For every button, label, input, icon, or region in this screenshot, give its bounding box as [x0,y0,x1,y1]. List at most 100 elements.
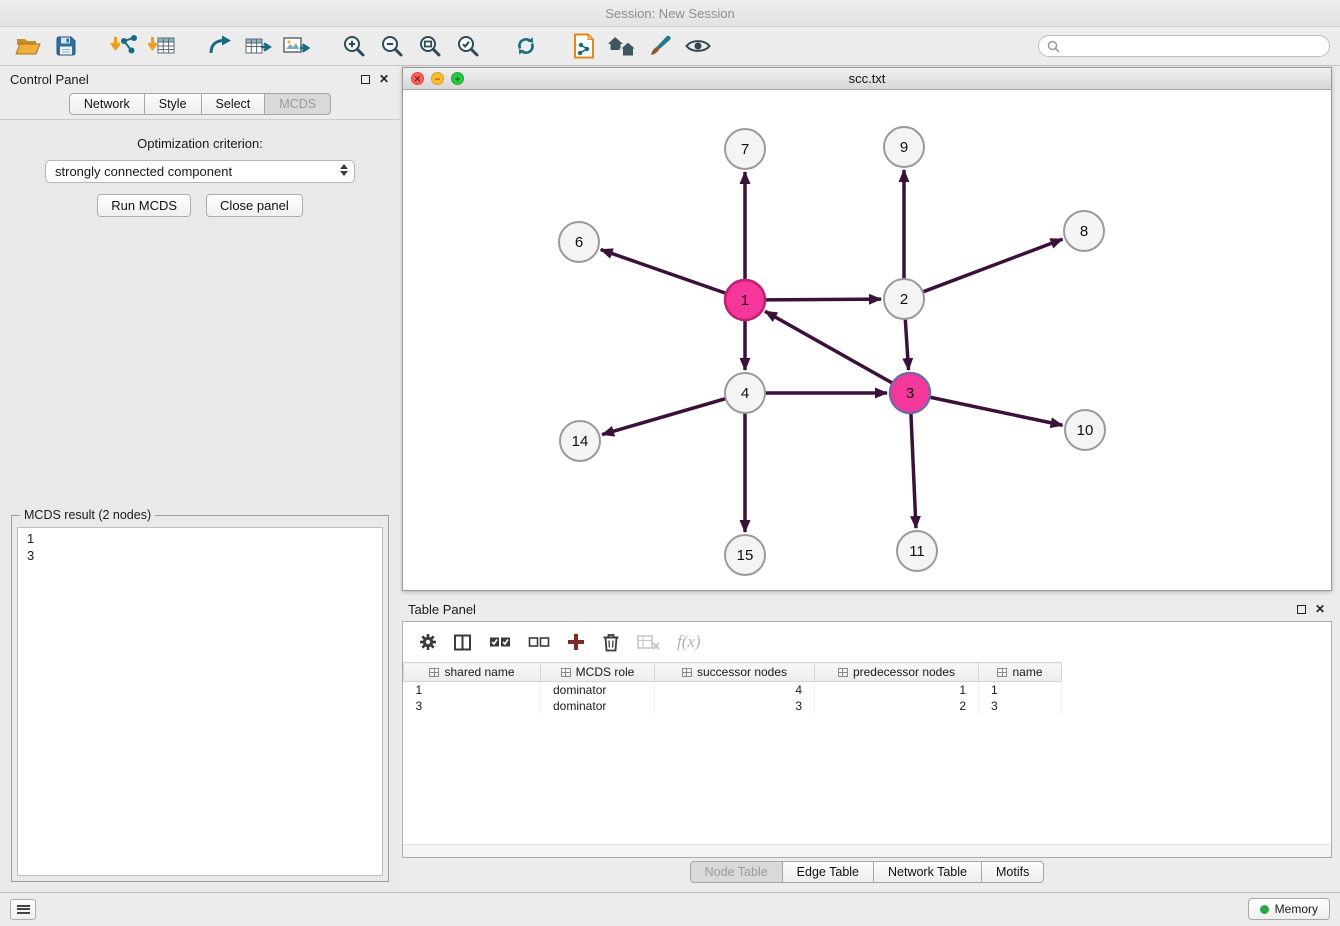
edge-1-to-6[interactable] [601,250,726,294]
tab-select[interactable]: Select [201,93,266,115]
delete-column-button[interactable] [602,632,620,652]
tab-mcds[interactable]: MCDS [264,93,331,115]
control-panel: Control Panel Network Style Select MCDS … [0,66,400,892]
export-table-button[interactable] [240,30,276,62]
graph-node-14[interactable]: 14 [560,421,600,461]
zoom-selected-button[interactable] [450,30,486,62]
graph-node-15[interactable]: 15 [725,535,765,575]
zoom-fit-icon [418,34,442,58]
edge-3-to-10[interactable] [930,397,1063,425]
result-line: 1 [27,530,373,547]
graph-node-7[interactable]: 7 [725,129,765,169]
edge-3-to-1[interactable] [765,311,893,383]
table-row[interactable]: 3dominator323 [404,698,1062,714]
function-builder-button[interactable]: f(x) [677,632,701,652]
edge-3-to-11[interactable] [911,413,916,528]
graph-node-9[interactable]: 9 [884,127,924,167]
search-input[interactable] [1065,39,1321,53]
close-window-icon[interactable]: ✕ [411,72,424,85]
table-cell[interactable]: dominator [541,682,655,698]
import-network-button[interactable] [106,30,142,62]
table-cell[interactable]: dominator [541,698,655,714]
column-header-shared-name[interactable]: shared name [404,663,541,682]
graph-node-11[interactable]: 11 [897,531,937,571]
create-column-button[interactable] [567,633,585,651]
main-toolbar [0,27,1340,66]
apply-style-button[interactable] [642,30,678,62]
column-header-predecessor-nodes[interactable]: predecessor nodes [815,663,979,682]
show-columns-button[interactable] [454,634,472,651]
tab-edge-table[interactable]: Edge Table [782,861,874,883]
zoom-out-icon [380,34,404,58]
close-panel-icon[interactable] [378,73,390,85]
edge-1-to-2[interactable] [765,299,881,300]
window-titlebar[interactable]: Session: New Session [0,0,1340,27]
close-panel-button[interactable]: Close panel [206,194,303,217]
table-cell[interactable]: 2 [815,698,979,714]
table-cell[interactable]: 3 [655,698,815,714]
table-row[interactable]: 1dominator411 [404,682,1062,698]
close-table-panel-icon[interactable] [1314,603,1326,615]
plus-icon [567,633,585,651]
export-network-button[interactable] [202,30,238,62]
result-line: 3 [27,547,373,564]
run-mcds-button[interactable]: Run MCDS [97,194,191,217]
float-panel-icon[interactable] [361,75,370,84]
table-cell[interactable]: 1 [404,682,541,698]
table-cell[interactable]: 4 [655,682,815,698]
table-cell[interactable]: 1 [979,682,1062,698]
table-mode-button[interactable] [419,633,437,651]
tab-style[interactable]: Style [144,93,202,115]
search-field[interactable] [1038,35,1330,57]
zoom-fit-button[interactable] [412,30,448,62]
edge-4-to-14[interactable] [602,399,726,435]
refresh-layout-button[interactable] [508,30,544,62]
deselect-all-columns-button[interactable] [528,635,550,649]
home-gallery-button[interactable] [604,30,640,62]
table-cell[interactable]: 3 [404,698,541,714]
table-cell[interactable]: 3 [979,698,1062,714]
import-table-button[interactable] [144,30,180,62]
table-cell[interactable]: 1 [815,682,979,698]
control-panel-title: Control Panel [10,72,353,87]
network-window-titlebar[interactable]: ✕ − + scc.txt [403,68,1331,90]
graph-node-4[interactable]: 4 [725,373,765,413]
float-table-panel-icon[interactable] [1297,605,1306,614]
column-header-successor-nodes[interactable]: successor nodes [655,663,815,682]
save-session-button[interactable] [48,30,84,62]
tab-network-table[interactable]: Network Table [873,861,982,883]
graph-node-8[interactable]: 8 [1064,211,1104,251]
status-bar: Memory [0,892,1340,925]
right-area: ✕ − + scc.txt 7968124310141511 Table Pan… [400,66,1340,892]
delete-table-button[interactable] [637,634,660,650]
column-header-MCDS-role[interactable]: MCDS role [541,663,655,682]
zoom-window-icon[interactable]: + [451,72,464,85]
new-network-document-button[interactable] [566,30,602,62]
zoom-in-button[interactable] [336,30,372,62]
network-canvas[interactable]: 7 9 6 8 1 2 4 3 10 14 15 11 [403,90,1331,590]
node-label: 3 [906,385,914,402]
export-image-button[interactable] [278,30,314,62]
graph-node-6[interactable]: 6 [559,222,599,262]
zoom-out-button[interactable] [374,30,410,62]
horizontal-scrollbar[interactable] [403,844,1331,857]
show-graphics-details-button[interactable] [680,30,716,62]
edge-2-to-3[interactable] [905,319,908,370]
optimization-criterion-dropdown[interactable]: strongly connected component [45,160,355,183]
select-all-columns-button[interactable] [489,635,511,649]
edge-2-to-8[interactable] [923,239,1063,292]
tab-network[interactable]: Network [69,93,145,115]
graph-node-10[interactable]: 10 [1065,410,1105,450]
column-header-name[interactable]: name [979,663,1062,682]
memory-button[interactable]: Memory [1248,898,1330,920]
tab-motifs[interactable]: Motifs [981,861,1044,883]
task-history-button[interactable] [10,899,36,920]
mcds-result-box[interactable]: 1 3 [17,527,383,876]
graph-node-2[interactable]: 2 [884,279,924,319]
tab-node-table[interactable]: Node Table [690,861,783,883]
graph-node-1[interactable]: 1 [725,280,765,320]
open-session-button[interactable] [10,30,46,62]
minimize-window-icon[interactable]: − [431,72,444,85]
dropdown-selected-value: strongly connected component [55,164,232,179]
graph-node-3[interactable]: 3 [890,373,930,413]
